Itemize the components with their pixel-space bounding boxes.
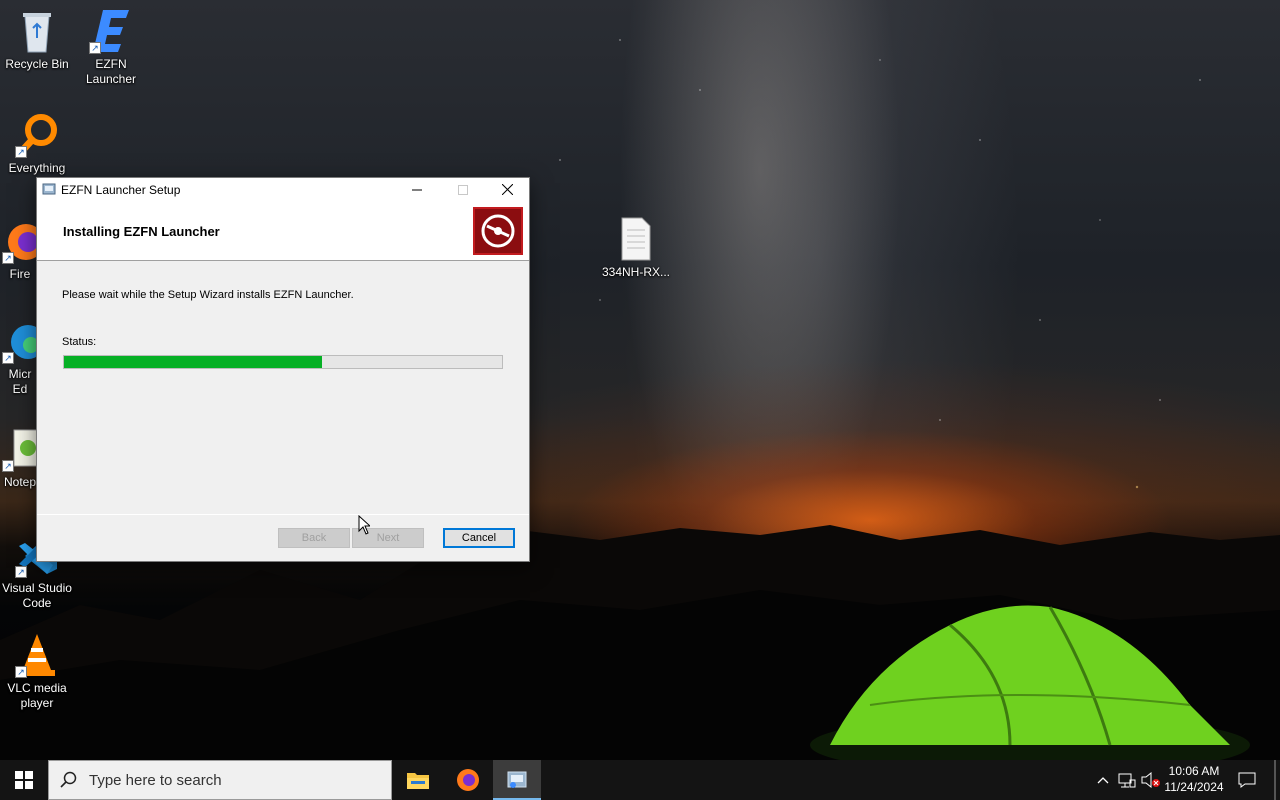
status-label: Status: — [62, 336, 97, 348]
installer-window[interactable]: EZFN Launcher Setup Installing EZFN Laun… — [36, 177, 530, 562]
windows-logo-icon — [15, 771, 33, 789]
clock-time: 10:06 AM — [1168, 764, 1220, 778]
action-center-button[interactable] — [1232, 760, 1262, 800]
search-placeholder: Type here to search — [89, 771, 222, 789]
taskbar-search-box[interactable]: Type here to search — [48, 760, 392, 800]
wizard-header: Installing EZFN Launcher — [37, 201, 529, 261]
desktop-icon-label: Everything — [8, 161, 66, 175]
desktop-icon-label: VLC media player — [7, 681, 67, 710]
window-title: EZFN Launcher Setup — [61, 183, 181, 197]
minimize-button[interactable] — [394, 178, 440, 201]
desktop-icon-everything[interactable]: ↗ Everything — [0, 112, 74, 176]
edge-icon: ↗ — [0, 318, 45, 364]
shortcut-arrow-icon: ↗ — [15, 666, 27, 678]
shortcut-arrow-icon: ↗ — [2, 252, 14, 264]
desktop-icon-label: Notep — [3, 475, 37, 489]
taskbar-setup-window[interactable] — [493, 760, 541, 800]
desktop-icon-label: 334NH-RX... — [601, 265, 671, 279]
installer-icon — [507, 771, 527, 788]
desktop-icon-label: Fire — [9, 267, 31, 281]
chevron-up-icon — [1097, 777, 1109, 784]
network-status[interactable] — [1116, 760, 1138, 800]
shortcut-arrow-icon: ↗ — [15, 566, 27, 578]
vlc-icon: ↗ — [13, 632, 61, 678]
shortcut-arrow-icon: ↗ — [2, 352, 14, 364]
desktop-icon-recycle-bin[interactable]: Recycle Bin — [0, 8, 74, 72]
maximize-button — [440, 178, 486, 201]
install-description: Please wait while the Setup Wizard insta… — [62, 289, 354, 301]
desktop-icon-firefox[interactable]: ↗ Fire — [0, 218, 44, 282]
taskbar-clock[interactable]: 10:06 AM 11/24/2024 — [1158, 763, 1230, 795]
folder-icon — [407, 773, 429, 789]
minimize-icon — [412, 189, 422, 190]
text-file-icon — [612, 216, 660, 262]
ezfn-icon: ↗ — [87, 8, 135, 54]
desktop-icon-notepad-plus-plus[interactable]: ↗ Notep — [0, 426, 41, 490]
desktop-icon-vlc[interactable]: ↗ VLC media player — [0, 632, 74, 711]
search-icon — [49, 771, 89, 789]
disc-icon — [481, 214, 515, 248]
footer-divider — [37, 514, 529, 515]
install-progress-bar — [63, 355, 503, 369]
wallpaper-tent — [810, 605, 1250, 765]
clock-date: 11/24/2024 — [1164, 780, 1224, 794]
setup-app-icon — [41, 181, 57, 197]
shortcut-arrow-icon: ↗ — [15, 146, 27, 158]
show-hidden-icons-button[interactable] — [1094, 760, 1112, 800]
progress-fill — [64, 356, 323, 368]
desktop-icon-label: Micr Ed — [8, 367, 32, 396]
close-button[interactable] — [484, 178, 530, 201]
shortcut-arrow-icon: ↗ — [89, 42, 101, 54]
mouse-cursor-icon — [358, 515, 370, 535]
recycle-bin-icon — [13, 8, 61, 54]
firefox-icon — [457, 769, 479, 791]
desktop-icon-ezfn-launcher[interactable]: ↗ EZFN Launcher — [74, 8, 148, 87]
taskbar-firefox[interactable] — [444, 760, 492, 800]
start-button[interactable] — [0, 760, 48, 800]
everything-search-icon: ↗ — [13, 112, 61, 158]
desktop-icon-label: EZFN Launcher — [85, 57, 137, 86]
show-desktop-button[interactable] — [1274, 760, 1276, 800]
taskbar-file-explorer[interactable] — [394, 760, 442, 800]
notepad-plus-icon: ↗ — [0, 426, 41, 472]
window-titlebar[interactable]: EZFN Launcher Setup — [37, 178, 529, 201]
notification-icon — [1238, 772, 1256, 788]
installer-logo — [473, 207, 523, 255]
page-title: Installing EZFN Launcher — [63, 224, 220, 239]
desktop-icon-edge[interactable]: ↗ Micr Ed — [0, 318, 45, 397]
back-button[interactable]: Back — [278, 528, 350, 548]
taskbar: Type here to search 10:06 AM 11/24/2024 — [0, 760, 1280, 800]
shortcut-arrow-icon: ↗ — [2, 460, 14, 472]
desktop-icon-text-file[interactable]: 334NH-RX... — [599, 216, 673, 280]
desktop-icon-label: Recycle Bin — [5, 57, 69, 71]
cancel-button[interactable]: Cancel — [443, 528, 515, 548]
close-icon — [501, 184, 513, 195]
firefox-icon: ↗ — [0, 218, 44, 264]
desktop-icon-label: Visual Studio Code — [2, 581, 72, 610]
maximize-icon — [458, 184, 468, 195]
network-icon — [1118, 773, 1136, 788]
